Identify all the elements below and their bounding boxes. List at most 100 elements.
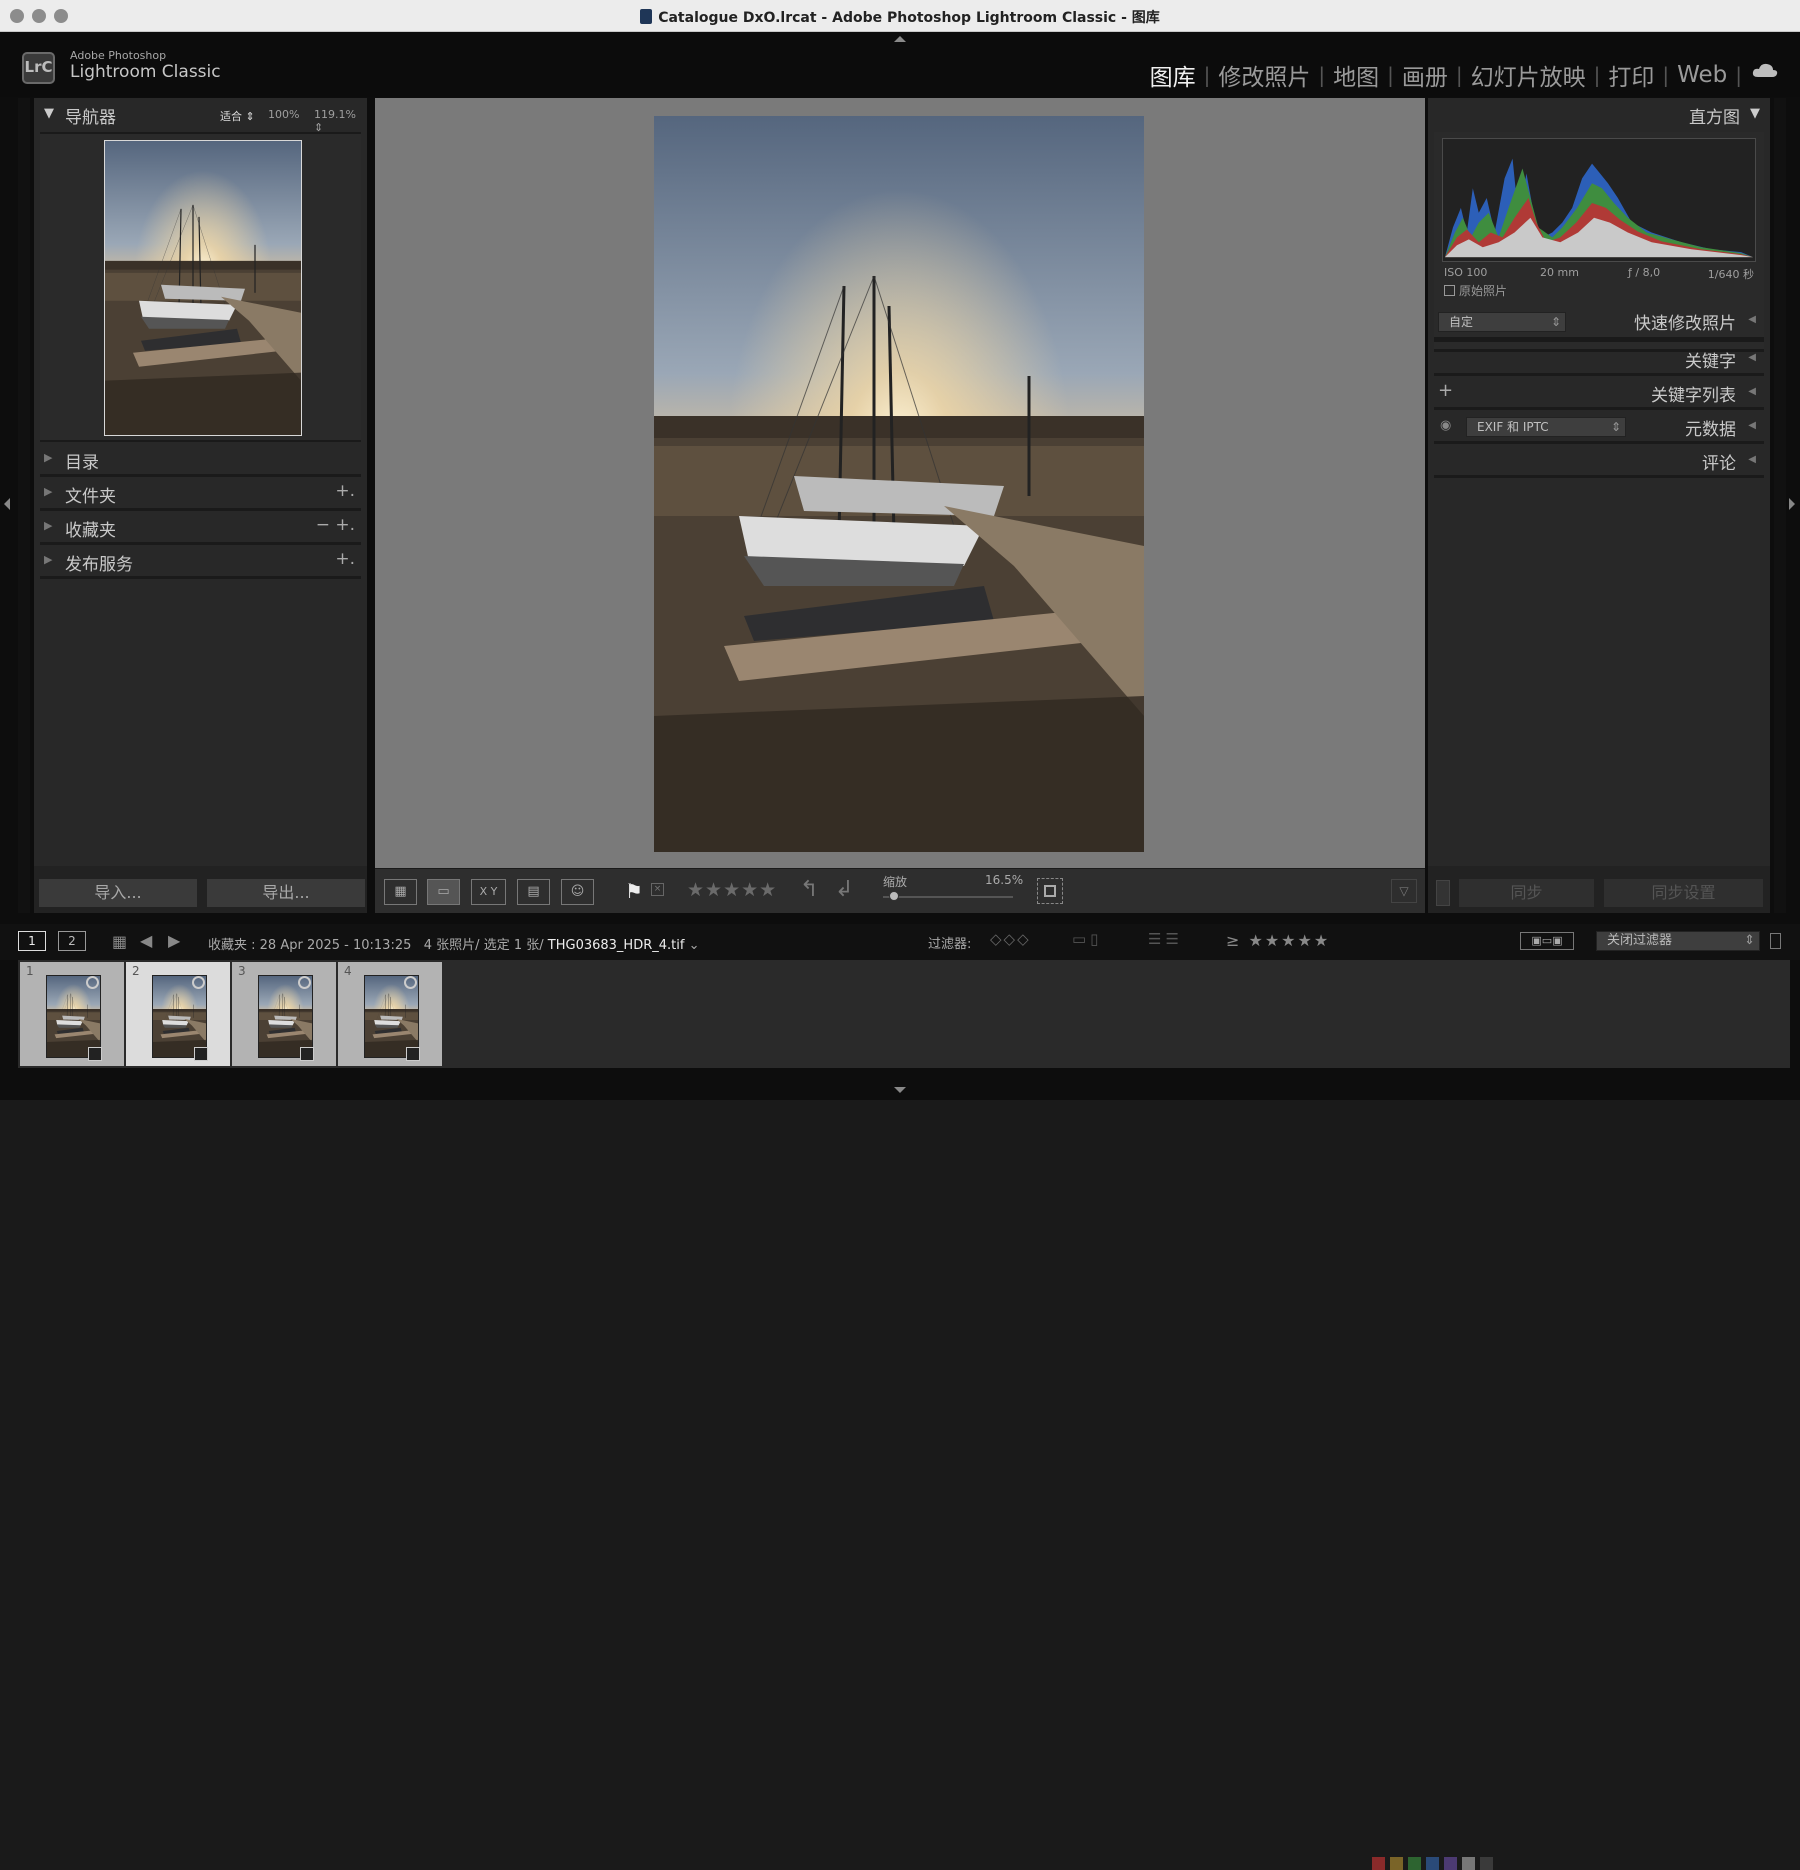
import-button[interactable]: 导入... [38,878,198,908]
auto-crop-icon[interactable] [1037,878,1063,904]
grid-view-icon[interactable]: ▦ [384,879,417,905]
publish-services-section[interactable]: ▶ 发布服务 +. [40,545,361,579]
survey-view-icon[interactable]: ▤ [517,879,550,905]
right-panel-edge[interactable] [1774,98,1786,913]
collection-actions[interactable]: − +. [316,515,355,535]
rating-stars[interactable]: ★★★★★ [687,879,777,901]
main-window-button[interactable]: 1 [18,931,46,951]
eye-icon[interactable]: ◉ [1440,418,1451,433]
add-publish-service-button[interactable]: +. [335,549,355,569]
keywording-section[interactable]: 关键字 ◀ [1434,342,1764,376]
filmstrip-cell[interactable]: 4 [338,962,442,1066]
back-arrow-icon[interactable]: ◀ [140,931,152,950]
cloud-icon[interactable] [1752,62,1778,78]
expand-triangle-icon: ▶ [44,485,53,498]
add-keyword-icon[interactable]: + [1438,380,1453,401]
original-photo-checkbox[interactable] [1444,285,1455,296]
histogram-collapse-icon[interactable]: ▼ [1750,106,1760,121]
zoom-100-option[interactable]: 100% [268,108,299,121]
reject-flag-icon[interactable]: × [651,883,664,896]
navigator-preview[interactable] [40,132,361,442]
left-panel-edge[interactable] [18,98,30,913]
crop-frame-icon [1044,885,1056,897]
quick-collection-icon[interactable] [298,976,311,989]
flag-icon[interactable]: ⚑ [625,879,643,903]
navigator-thumbnail[interactable] [104,140,302,436]
toolbar-content-menu-icon[interactable]: ▽ [1391,879,1417,903]
module-print[interactable]: 打印 [1600,58,1662,92]
collapse-filmstrip-icon[interactable] [894,1087,906,1093]
sync-settings-button[interactable]: 同步设置 [1603,878,1764,908]
color-filter-blue[interactable] [1426,1857,1439,1870]
collapse-left-triangle-icon[interactable]: ◀ [1748,420,1756,431]
filmstrip-cell[interactable]: 1 [20,962,124,1066]
collapse-left-triangle-icon[interactable]: ◀ [1748,454,1756,465]
sync-button[interactable]: 同步 [1458,878,1595,908]
color-filter-purple[interactable] [1444,1857,1457,1870]
catalog-section[interactable]: ▶ 目录 [40,443,361,477]
collections-section[interactable]: ▶ 收藏夹 − +. [40,511,361,545]
filmstrip-cell[interactable]: 3 [232,962,336,1066]
forward-arrow-icon[interactable]: ▶ [168,931,180,950]
rotate-right-icon[interactable]: ↲ [835,877,853,902]
module-library[interactable]: 图库 [1142,58,1204,92]
rotate-left-icon[interactable]: ↰ [800,877,818,902]
edit-filter-icons[interactable]: ▭▯ [1072,930,1102,948]
collapse-left-triangle-icon[interactable]: ◀ [1748,352,1756,363]
loupe-view[interactable] [375,98,1425,868]
export-button[interactable]: 导出... [206,878,366,908]
collapse-left-triangle-icon[interactable]: ◀ [1748,314,1756,325]
filmstrip-source[interactable]: 收藏夹 : 28 Apr 2025 - 10:13:25 4 张照片/ 选定 1… [208,934,699,953]
comments-section[interactable]: 评论 ◀ [1434,444,1764,478]
add-folder-button[interactable]: +. [335,481,355,501]
auto-sync-switch[interactable] [1436,880,1450,906]
color-filter-green[interactable] [1408,1857,1421,1870]
app-window: Catalogue DxO.lrcat - Adobe Photoshop Li… [0,0,1800,1870]
quick-collection-icon[interactable] [86,976,99,989]
metadata-section[interactable]: ◉ EXIF 和 IPTC ⇕ 元数据 ◀ [1434,410,1764,444]
metadata-preset-dropdown[interactable]: EXIF 和 IPTC ⇕ [1466,417,1626,437]
quick-collection-icon[interactable] [404,976,417,989]
filter-kind-icons[interactable]: ▣▭▣ [1520,932,1574,950]
loupe-view-icon[interactable]: ▭ [427,879,460,905]
navigator-title: 导航器 [65,108,116,128]
compare-view-icon[interactable]: X Y [471,879,506,905]
filter-lock-icon[interactable] [1770,933,1781,949]
collapse-left-triangle-icon[interactable]: ◀ [1748,386,1756,397]
zoom-fit-option[interactable]: 适合 ⇕ [220,108,255,124]
zoom-custom-option[interactable]: 119.1% ⇕ [314,108,367,134]
collapse-top-panel-icon[interactable] [894,36,906,42]
keyword-list-section[interactable]: + 关键字列表 ◀ [1434,376,1764,410]
main-photo[interactable] [654,116,1144,852]
lrc-logo: LrC [22,52,55,84]
zoom-slider-track[interactable] [883,896,1013,898]
module-book[interactable]: 画册 [1394,58,1456,92]
secondary-window-button[interactable]: 2 [58,931,86,951]
collapse-left-panel-icon[interactable] [4,498,10,510]
color-filter-yellow[interactable] [1390,1857,1403,1870]
quick-develop-section[interactable]: 自定 ⇕ 快速修改照片 ◀ [1434,304,1764,342]
flag-filter-icons[interactable]: ◇◇◇ [990,930,1031,948]
grid-view-icon[interactable]: ▦ [112,932,127,951]
saved-preset-dropdown[interactable]: 自定 ⇕ [1438,312,1566,332]
rating-filter[interactable]: ≥ ★★★★★ [1226,931,1330,950]
module-slideshow[interactable]: 幻灯片放映 [1463,58,1594,92]
filter-label: 过滤器: [928,937,972,952]
module-web[interactable]: Web [1669,62,1735,88]
histogram-chart[interactable] [1442,138,1756,262]
zoom-slider-thumb[interactable] [889,891,899,901]
quick-collection-icon[interactable] [192,976,205,989]
module-map[interactable]: 地图 [1325,58,1387,92]
collapse-right-panel-icon[interactable] [1789,498,1795,510]
sync-filter-icons[interactable]: ☰☰ [1148,930,1183,948]
color-filter-none[interactable] [1480,1857,1493,1870]
folders-section[interactable]: ▶ 文件夹 +. [40,477,361,511]
module-separator: | [1318,63,1326,87]
people-view-icon[interactable]: ☺ [561,879,594,905]
module-develop[interactable]: 修改照片 [1210,58,1318,92]
color-filter-red[interactable] [1372,1857,1385,1870]
filter-preset-dropdown[interactable]: 关闭过滤器 ⇕ [1596,931,1760,951]
filmstrip-cell-selected[interactable]: 2 [126,962,230,1066]
navigator-collapse-icon[interactable]: ▼ [44,106,54,121]
color-filter-custom[interactable] [1462,1857,1475,1870]
